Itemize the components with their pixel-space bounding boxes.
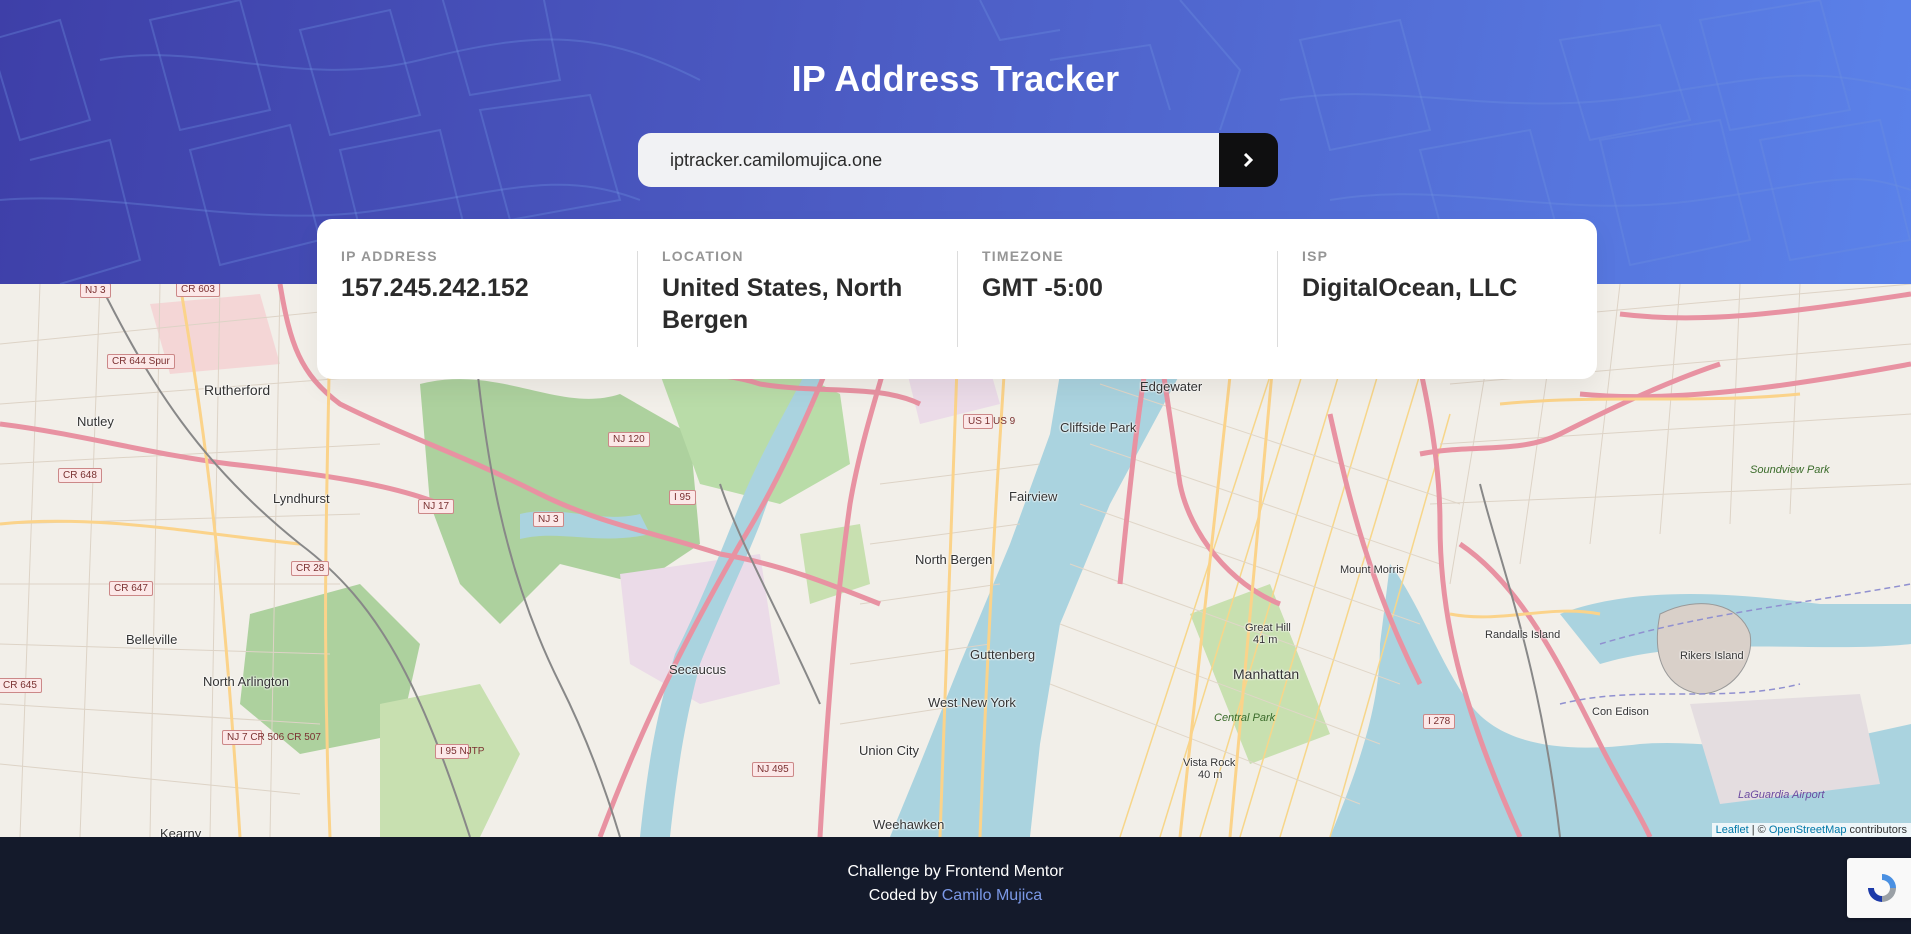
search-submit-button[interactable]: [1219, 133, 1278, 187]
page-title: IP Address Tracker: [791, 58, 1120, 99]
map-label-secaucus: Secaucus: [669, 662, 727, 677]
map-label-edgewater: Edgewater: [1140, 379, 1203, 394]
map-label-con-edison: Con Edison: [1592, 706, 1649, 718]
map-label-cliffside-park: Cliffside Park: [1060, 420, 1137, 435]
road-shield-cr644: CR 644 Spur: [107, 354, 175, 369]
map-label-fairview: Fairview: [1009, 489, 1058, 504]
timezone-label: TIMEZONE: [982, 248, 1064, 264]
footer-author-credit: Coded by Camilo Mujica: [0, 887, 1911, 905]
map-label-nutley: Nutley: [77, 414, 114, 429]
road-shield-nj7: NJ 7 CR 506 CR 507: [222, 730, 321, 745]
isp-cell: ISP DigitalOcean, LLC: [1277, 248, 1597, 347]
map-label-kearny: Kearny: [160, 826, 202, 837]
map-label-lyndhurst: Lyndhurst: [273, 491, 330, 506]
chevron-right-icon: [1243, 153, 1253, 167]
map-label-randalls-island: Randalls Island: [1485, 629, 1561, 641]
map-label-manhattan: Manhattan: [1233, 666, 1300, 682]
location-value: United States, North Bergen: [662, 274, 903, 334]
recaptcha-badge[interactable]: [1847, 858, 1911, 918]
map-label-mount-morris: Mount Morris: [1340, 564, 1405, 576]
timezone-value: GMT -5:00: [982, 274, 1103, 302]
road-shield-nj3-top: NJ 3: [80, 284, 111, 298]
map-label-west-new-york: West New York: [928, 695, 1016, 710]
road-shield-i95: I 95: [669, 490, 696, 505]
map-label-great-hill-elev: 41 m: [1253, 634, 1278, 646]
map-label-north-bergen: North Bergen: [915, 552, 993, 567]
search-input[interactable]: [638, 133, 1219, 187]
map-label-vista-rock-elev: 40 m: [1198, 769, 1223, 781]
isp-label: ISP: [1302, 248, 1329, 264]
location-label: LOCATION: [662, 248, 744, 264]
road-shield-nj3: NJ 3: [533, 512, 564, 527]
timezone-cell: TIMEZONE GMT -5:00: [957, 248, 1277, 347]
info-card: IP ADDRESS 157.245.242.152 LOCATION Unit…: [317, 219, 1597, 379]
road-shield-i95njtp: I 95 NJTP: [435, 744, 484, 759]
attribution-separator: | ©: [1748, 824, 1769, 836]
map-label-vista-rock: Vista Rock: [1183, 757, 1236, 769]
map-label-rutherford: Rutherford: [204, 382, 271, 398]
map-label-weehawken: Weehawken: [873, 817, 945, 832]
ip-address-value: 157.245.242.152: [341, 274, 529, 302]
recaptcha-icon: [1868, 874, 1896, 902]
road-shield-cr645: CR 645: [0, 678, 42, 693]
footer-coded-by: Coded by: [868, 887, 942, 904]
map-label-belleville: Belleville: [126, 632, 178, 647]
footer-challenge-credit: Challenge by Frontend Mentor: [847, 863, 1064, 880]
ip-address-cell: IP ADDRESS 157.245.242.152: [341, 248, 637, 379]
search-bar: [638, 133, 1278, 187]
road-shield-cr28: CR 28: [291, 561, 330, 576]
road-shield-cr647: CR 647: [109, 581, 153, 596]
road-shield-cr648: CR 648: [58, 468, 102, 483]
map-label-central-park: Central Park: [1214, 712, 1276, 724]
map-label-union-city: Union City: [859, 743, 919, 758]
map-label-rikers-island: Rikers Island: [1680, 650, 1744, 662]
map-label-laguardia: LaGuardia Airport: [1738, 789, 1825, 801]
leaflet-link[interactable]: Leaflet: [1716, 824, 1749, 836]
location-cell: LOCATION United States, North Bergen: [637, 248, 957, 347]
map-label-soundview-park: Soundview Park: [1750, 464, 1830, 476]
map-attribution: Leaflet | © OpenStreetMap contributors: [1711, 823, 1911, 837]
author-link[interactable]: Camilo Mujica: [942, 887, 1042, 904]
road-shield-i278: I 278: [1423, 714, 1456, 729]
map-label-guttenberg: Guttenberg: [970, 647, 1036, 662]
road-shield-nj120: NJ 120: [608, 432, 650, 447]
isp-value: DigitalOcean, LLC: [1302, 274, 1518, 302]
road-shield-nj495: NJ 495: [752, 762, 794, 777]
road-shield-us1: US 1 US 9: [963, 414, 1015, 429]
map-label-great-hill: Great Hill: [1245, 622, 1291, 634]
road-shield-nj17: NJ 17: [418, 499, 455, 514]
ip-address-label: IP ADDRESS: [341, 248, 438, 264]
attribution-tail: contributors: [1846, 824, 1907, 836]
openstreetmap-link[interactable]: OpenStreetMap: [1769, 824, 1847, 836]
footer: Challenge by Frontend Mentor Coded by Ca…: [0, 837, 1911, 934]
road-shield-cr603: CR 603: [176, 284, 220, 297]
map-label-north-arlington: North Arlington: [203, 674, 289, 689]
